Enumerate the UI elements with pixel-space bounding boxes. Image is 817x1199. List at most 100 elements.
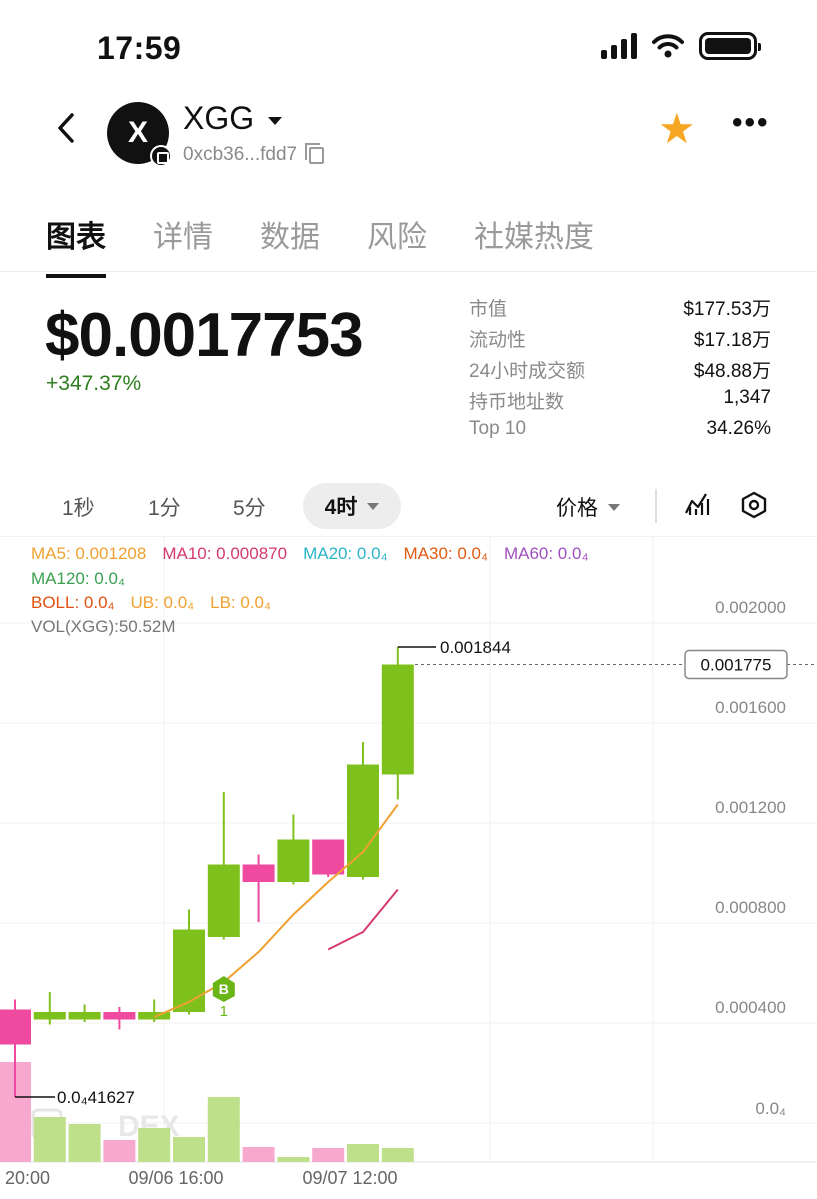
- ma10-label: MA10: 0.000870: [162, 544, 288, 563]
- stat-label: 24小时成交额: [469, 361, 586, 382]
- volume-bar: [242, 1147, 275, 1162]
- status-icons: [601, 32, 761, 60]
- copy-icon[interactable]: [305, 142, 325, 164]
- price-mode-dropdown[interactable]: 价格: [556, 492, 620, 522]
- stat-row: 24小时成交额 $48.88万: [469, 356, 771, 387]
- ma-legend-row-1: MA5: 0.001208 MA10: 0.000870 MA20: 0.0₄ …: [31, 544, 588, 564]
- token-avatar-letter: X: [127, 116, 148, 149]
- candle-body: [0, 1009, 31, 1045]
- token-stats: 市值 $177.53万 流动性 $17.18万 24小时成交额 $48.88万 持币地…: [469, 294, 771, 449]
- x-tick-label: 20:00: [5, 1168, 50, 1188]
- high-price-label: 0.001844: [440, 638, 511, 657]
- tab-risk[interactable]: 风险: [367, 212, 427, 278]
- volume-bar: [312, 1148, 345, 1162]
- stat-value: 1,347: [723, 387, 771, 408]
- volume-bar: [33, 1117, 66, 1162]
- favorite-star-icon[interactable]: ★: [658, 108, 696, 150]
- volume-bar: [68, 1124, 101, 1162]
- stat-label: 持币地址数: [469, 392, 565, 413]
- ma-legend-row-2: MA120: 0.0₄: [31, 569, 125, 589]
- token-name: XGG: [183, 100, 255, 136]
- status-time: 17:59: [97, 30, 182, 66]
- stat-row: 持币地址数 1,347: [469, 387, 771, 418]
- stat-label: 流动性: [469, 330, 527, 351]
- volume-bar: [347, 1144, 379, 1162]
- wifi-icon: [652, 34, 684, 58]
- volume-bar: [173, 1137, 205, 1162]
- candle-body: [33, 1012, 66, 1020]
- candle-body: [207, 864, 240, 937]
- stat-row: 市值 $177.53万: [469, 294, 771, 325]
- tab-chart[interactable]: 图表: [46, 212, 106, 278]
- interval-active-label: 4时: [324, 496, 358, 519]
- volume-bar: [277, 1157, 310, 1162]
- token-avatar: X: [107, 102, 172, 167]
- tab-bar: 图表 详情 数据 风险 社媒热度: [46, 212, 594, 278]
- tab-divider: [0, 271, 817, 272]
- current-price-text: 0.001775: [701, 656, 772, 675]
- volume-bar: [138, 1128, 171, 1162]
- x-tick-label: 09/07 12:00: [302, 1168, 397, 1188]
- more-options-icon[interactable]: •••: [732, 106, 770, 140]
- interval-5m[interactable]: 5分: [233, 492, 266, 522]
- candle-body: [242, 864, 275, 882]
- y-tick-label: 0.000800: [715, 898, 786, 917]
- y-tick-label: 0.000400: [715, 998, 786, 1017]
- interval-bar: 1秒 1分 5分 4时 价格: [0, 483, 817, 529]
- interval-1m[interactable]: 1分: [148, 492, 181, 522]
- stat-value: 34.26%: [706, 418, 771, 439]
- stat-label: Top 10: [469, 418, 527, 439]
- chevron-left-icon: [58, 113, 74, 143]
- ub-label: UB: 0.0₄: [130, 593, 195, 612]
- caret-down-icon: [367, 502, 380, 510]
- caret-down-icon: [608, 503, 620, 511]
- address-text: 0xcb36...fdd7: [183, 144, 298, 165]
- candle-body: [103, 1012, 136, 1020]
- token-selector[interactable]: XGG: [183, 100, 283, 137]
- battery-icon: [699, 32, 761, 60]
- back-button[interactable]: [56, 112, 76, 153]
- price-chart[interactable]: 0.002000 0.001600 0.001200 0.000800 0.000400…: [0, 536, 817, 1199]
- candle-body: [347, 764, 379, 877]
- ma30-label: MA30: 0.0₄: [403, 544, 488, 563]
- indicator-chart-icon[interactable]: [684, 491, 710, 517]
- volume-bar: [381, 1148, 414, 1162]
- settings-hexagon-icon[interactable]: [740, 491, 768, 519]
- tab-social-heat[interactable]: 社媒热度: [474, 212, 594, 278]
- ma60-label: MA60: 0.0₄: [503, 544, 589, 563]
- candle-body: [173, 929, 205, 1012]
- toolbar-divider: [655, 489, 657, 523]
- lb-label: LB: 0.0₄: [210, 593, 271, 612]
- boll-legend-row: BOLL: 0.0₄ UB: 0.0₄ LB: 0.0₄: [31, 593, 271, 613]
- ma20-label: MA20: 0.0₄: [303, 544, 388, 563]
- ma5-label: MA5: 0.001208: [31, 544, 147, 563]
- boll-label: BOLL: 0.0₄: [31, 593, 115, 612]
- cellular-signal-icon: [601, 33, 637, 59]
- tab-details[interactable]: 详情: [153, 212, 213, 278]
- volume-bar: [103, 1140, 136, 1162]
- chain-badge-icon: [150, 145, 172, 167]
- interval-1s[interactable]: 1秒: [62, 492, 95, 522]
- interval-4h-dropdown[interactable]: 4时: [303, 483, 401, 529]
- token-address: 0xcb36...fdd7: [183, 142, 325, 166]
- stat-value: $17.18万: [693, 330, 771, 351]
- y-tick-label: 0.001600: [715, 698, 786, 717]
- price-mode-label: 价格: [556, 497, 598, 520]
- candle-body: [312, 839, 345, 875]
- low-price-label: 0.0₄41627: [57, 1088, 135, 1107]
- y-tick-label: 0.0₄: [755, 1099, 786, 1118]
- volume-bar: [207, 1097, 240, 1162]
- tab-data[interactable]: 数据: [260, 212, 320, 278]
- vol-legend-row: VOL(XGG):50.52M: [31, 617, 176, 637]
- stat-value: $177.53万: [683, 299, 771, 320]
- y-tick-label: 0.002000: [715, 598, 786, 617]
- ma10-line: [327, 888, 399, 951]
- y-tick-label: 0.001200: [715, 798, 786, 817]
- stat-label: 市值: [469, 299, 508, 320]
- x-tick-label: 09/06 16:00: [128, 1168, 223, 1188]
- stat-row: Top 10 34.26%: [469, 418, 771, 449]
- current-price: $0.0017753: [45, 301, 364, 370]
- caret-down-icon: [268, 116, 283, 125]
- stat-row: 流动性 $17.18万: [469, 325, 771, 356]
- candle-body: [381, 664, 414, 775]
